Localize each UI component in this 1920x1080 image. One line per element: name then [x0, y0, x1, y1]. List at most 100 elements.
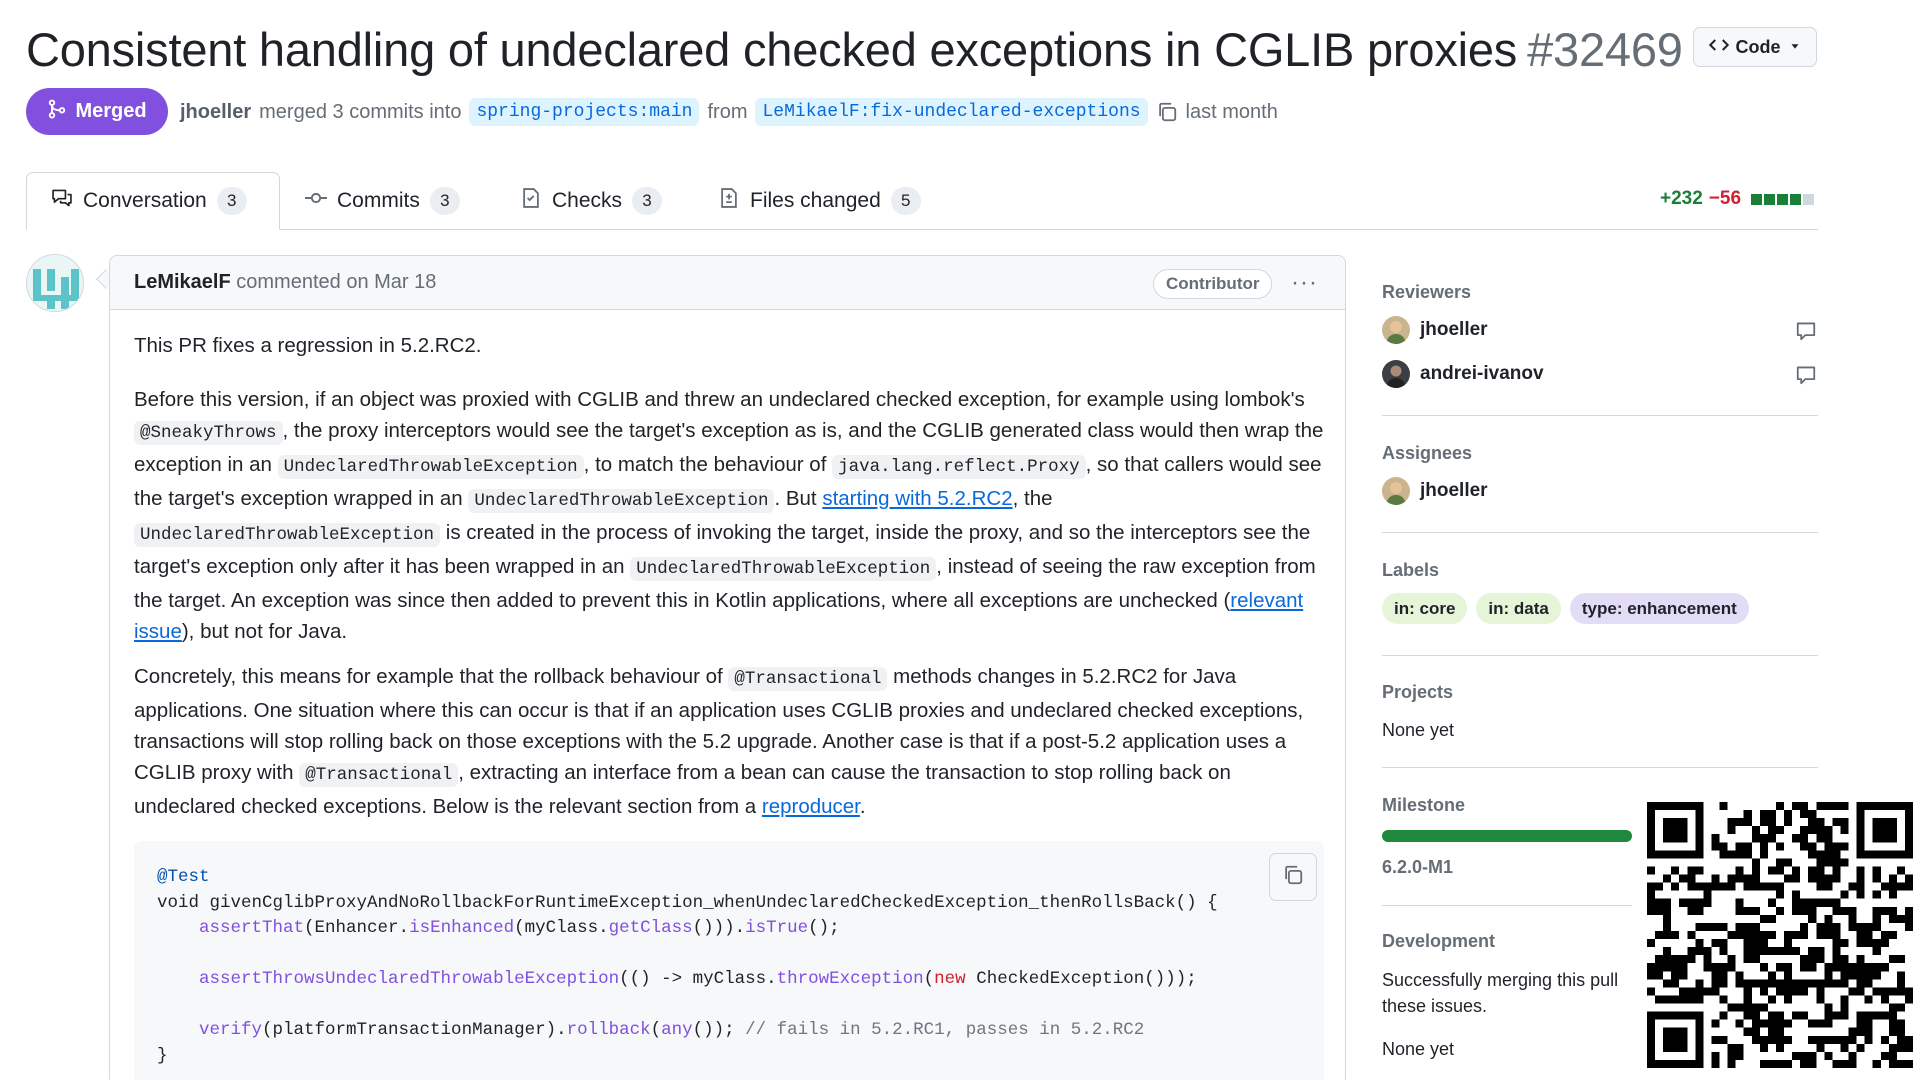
git-commit-icon [305, 187, 327, 215]
comment-paragraph: This PR fixes a regression in 5.2.RC2. [134, 334, 482, 357]
tab-label: Commits [337, 189, 420, 212]
comment-action[interactable]: commented on Mar 18 [236, 271, 436, 293]
comment-icon [1795, 364, 1817, 386]
from-text: from [707, 100, 748, 123]
sidebar-divider [1382, 767, 1818, 768]
file-diff-icon [718, 187, 740, 215]
projects-value: None yet [1382, 720, 1455, 740]
comment-header: LeMikaelF commented on Mar 18 Contributo… [110, 256, 1345, 310]
tab-label: Checks [552, 189, 623, 212]
merge-text: merged 3 commits into [259, 100, 462, 123]
label-in-data[interactable]: in: data [1476, 593, 1561, 624]
merge-author-link[interactable]: jhoeller [180, 101, 251, 124]
qr-code-image [1647, 802, 1913, 1068]
avatar [1382, 316, 1410, 344]
link-reproducer[interactable]: reproducer [762, 795, 860, 818]
comment-meta: LeMikaelF commented on Mar 18 [134, 271, 436, 294]
milestone-progress-bar [1382, 830, 1632, 842]
git-merge-icon [47, 99, 67, 125]
diff-box [1777, 193, 1789, 205]
page-title: Consistent handling of undeclared checke… [26, 22, 1683, 77]
copy-code-button[interactable] [1269, 853, 1317, 901]
pr-meta: jhoeller merged 3 commits into spring-pr… [180, 96, 1278, 128]
sidebar-divider [1382, 655, 1818, 656]
avatar[interactable] [26, 254, 84, 312]
inline-code: UndeclaredThrowableException [134, 523, 441, 547]
diff-box [1751, 193, 1763, 205]
head-branch[interactable]: LeMikaelF:fix-undeclared-exceptions [755, 98, 1148, 126]
tab-label: Files changed [750, 189, 881, 212]
merged-label: Merged [75, 100, 147, 122]
tab-files-changed[interactable]: Files changed 5 [694, 172, 945, 230]
reviewer-name: jhoeller [1420, 319, 1488, 340]
inline-code: @SneakyThrows [134, 421, 283, 445]
label-in-core[interactable]: in: core [1382, 593, 1468, 624]
reviewer-item[interactable]: andrei-ivanov [1382, 360, 1544, 388]
triangle-down-icon [1788, 37, 1802, 58]
comment-paragraph: Before this version, if an object was pr… [134, 388, 1324, 643]
milestone-link[interactable]: 6.2.0-M1 [1382, 857, 1453, 878]
copy-icon[interactable] [1156, 101, 1178, 123]
inline-code: UndeclaredThrowableException [630, 557, 937, 581]
development-text-2: these issues. [1382, 996, 1488, 1016]
assignee-item[interactable]: jhoeller [1382, 477, 1488, 505]
diff-box [1790, 193, 1802, 205]
tab-conversation[interactable]: Conversation 3 [26, 172, 280, 230]
comment-box: LeMikaelF commented on Mar 18 Contributo… [109, 255, 1346, 1080]
assignees-heading[interactable]: Assignees [1382, 443, 1472, 464]
contributor-badge: Contributor [1153, 269, 1273, 299]
labels-list: in: core in: data type: enhancement [1382, 593, 1749, 624]
inline-code: UndeclaredThrowableException [277, 455, 584, 479]
development-value: None yet [1382, 1039, 1455, 1059]
reviewer-name: andrei-ivanov [1420, 363, 1544, 384]
comment-paragraph: Concretely, this means for example that … [134, 665, 1304, 818]
kebab-horizontal-icon[interactable]: ··· [1291, 269, 1318, 297]
inline-code: @Transactional [728, 667, 888, 691]
tab-counter: 3 [429, 187, 460, 215]
code-content: @Test void givenCglibProxyAndNoRollbackF… [157, 867, 1218, 1066]
development-heading[interactable]: Development [1382, 931, 1495, 952]
sidebar-divider [1382, 532, 1818, 533]
link-starting-with-rc2[interactable]: starting with 5.2.RC2 [822, 487, 1012, 510]
base-branch[interactable]: spring-projects:main [469, 98, 700, 126]
milestone-heading[interactable]: Milestone [1382, 795, 1465, 816]
tab-counter: 3 [216, 187, 247, 215]
label-type-enhancement[interactable]: type: enhancement [1569, 593, 1749, 624]
reviewers-heading[interactable]: Reviewers [1382, 282, 1471, 303]
tab-checks[interactable]: Checks 3 [496, 172, 686, 230]
merged-status-badge: Merged [26, 88, 168, 135]
tab-counter: 5 [890, 187, 921, 215]
copy-icon [1282, 864, 1304, 891]
avatar [1382, 477, 1410, 505]
projects-heading[interactable]: Projects [1382, 682, 1453, 703]
inline-code: @Transactional [299, 763, 459, 787]
comment-discussion-icon [51, 187, 73, 215]
diffstat: +232 −56 [1660, 188, 1815, 210]
comment-icon [1795, 320, 1817, 342]
code-icon [1708, 35, 1729, 60]
checklist-icon [520, 187, 542, 215]
code-button-label: Code [1735, 36, 1781, 57]
sidebar-divider [1382, 905, 1632, 906]
pr-number: #32469 [1527, 23, 1683, 76]
assignee-name: jhoeller [1420, 480, 1488, 501]
reviewer-item[interactable]: jhoeller [1382, 316, 1488, 344]
code-button[interactable]: Code [1693, 27, 1817, 67]
sidebar-divider [1382, 415, 1818, 416]
diff-deletions: −56 [1708, 188, 1742, 209]
comment-author-link[interactable]: LeMikaelF [134, 271, 231, 293]
avatar [1382, 360, 1410, 388]
merge-time[interactable]: last month [1186, 101, 1278, 124]
diff-box [1803, 193, 1815, 205]
inline-code: java.lang.reflect.Proxy [832, 455, 1086, 479]
inline-code: UndeclaredThrowableException [468, 489, 775, 513]
labels-heading[interactable]: Labels [1382, 560, 1439, 581]
development-text: Successfully merging this pull [1382, 970, 1619, 990]
tab-label: Conversation [83, 189, 207, 212]
diff-boxes [1751, 193, 1815, 205]
diff-additions: +232 [1660, 188, 1703, 209]
tab-counter: 3 [632, 187, 663, 215]
pr-title: Consistent handling of undeclared checke… [26, 23, 1518, 76]
tab-commits[interactable]: Commits 3 [281, 172, 484, 230]
diff-box [1764, 193, 1776, 205]
